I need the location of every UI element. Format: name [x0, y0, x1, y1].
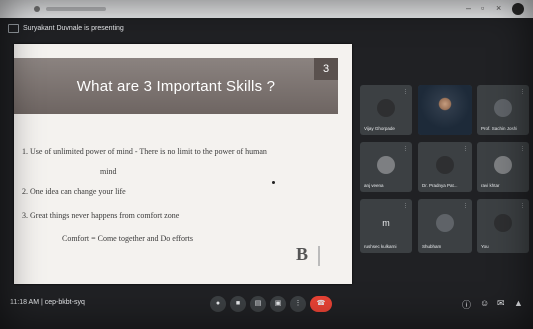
more-options-icon[interactable]: ⋮ — [403, 146, 408, 152]
present-screen-icon — [8, 24, 19, 33]
captions-icon: ▤ — [254, 300, 262, 307]
slide-line-4: 3. Great things never happens from comfo… — [22, 211, 180, 220]
chat-icon[interactable]: ✉ — [497, 298, 505, 309]
avatar — [494, 98, 512, 117]
participant-name: Shubham — [422, 244, 442, 249]
tab-favicon-icon — [34, 6, 40, 12]
avatar — [494, 214, 512, 233]
minimize-icon[interactable]: – — [466, 3, 471, 13]
people-icon[interactable]: ☺ — [480, 298, 489, 308]
participant-tile[interactable]: ⋮ Shubham — [418, 199, 472, 253]
slide-line-3: 2. One idea can change your life — [22, 187, 126, 196]
participant-tile[interactable]: ⋮ Vijay Ghorpade — [360, 85, 412, 135]
more-options-icon[interactable]: ⋮ — [520, 203, 525, 209]
avatar-letter: m — [382, 218, 390, 229]
more-options-icon[interactable]: ⋮ — [463, 146, 468, 152]
maximize-icon[interactable]: ▫ — [481, 3, 484, 13]
present-button[interactable]: ▣ — [270, 296, 286, 312]
more-options-button[interactable]: ⋮ — [290, 296, 306, 312]
participant-tile[interactable]: ⋮ You — [477, 199, 529, 253]
participant-tile[interactable]: ⋮ ravi khtar — [477, 142, 529, 192]
browser-tab[interactable] — [46, 7, 106, 11]
slide-title: What are 3 Important Skills ? — [76, 77, 276, 95]
participant-name: rushsec kulkarni — [364, 244, 397, 249]
browser-topbar: – ▫ × — [0, 0, 533, 18]
slide-line-5: Comfort = Come together and Do efforts — [62, 234, 194, 243]
camera-icon: ■ — [235, 300, 241, 307]
avatar — [377, 155, 395, 174]
avatar — [494, 155, 512, 174]
mic-icon: ● — [215, 300, 221, 307]
avatar — [436, 155, 454, 174]
present-icon: ▣ — [274, 300, 282, 307]
participant-tile[interactable]: ⋮ m rushsec kulkarni — [360, 199, 412, 253]
more-options-icon[interactable]: ⋮ — [520, 89, 525, 95]
participant-name: Prof. Sachin Joshi — [481, 126, 518, 131]
close-icon[interactable]: × — [496, 3, 501, 13]
slide-logo: B — [296, 244, 309, 264]
participant-tile[interactable]: ⋮ Prof. Sachin Joshi — [477, 85, 529, 135]
camera-button[interactable]: ■ — [230, 296, 246, 312]
presenting-banner: Suryakant Duvnale is presenting — [8, 24, 124, 33]
avatar — [377, 98, 395, 117]
slide-logo-divider — [318, 246, 320, 266]
participant-video-tile[interactable] — [418, 85, 472, 135]
mic-button[interactable]: ● — [210, 296, 226, 312]
meeting-info: 11:18 AM | cep-bkbt-syq — [10, 299, 85, 306]
profile-avatar-icon[interactable] — [512, 3, 524, 15]
participant-name: You — [481, 244, 489, 249]
shared-slide: What are 3 Important Skills ? 3 1. Use o… — [14, 44, 352, 284]
participant-video — [418, 85, 472, 135]
info-icon[interactable]: ⓘ — [462, 298, 471, 311]
presenting-text: Suryakant Duvnale is presenting — [23, 25, 124, 32]
leave-call-button[interactable]: ☎ — [310, 296, 332, 312]
participant-name: Dr. Pradnya Pat... — [422, 183, 458, 188]
hang-up-icon: ☎ — [316, 300, 326, 307]
participant-tile[interactable]: ⋮ Dr. Pradnya Pat... — [418, 142, 472, 192]
more-icon: ⋮ — [294, 300, 302, 307]
slide-line-1: 1. Use of unlimited power of mind - Ther… — [22, 147, 267, 156]
more-options-icon[interactable]: ⋮ — [520, 146, 525, 152]
pointer-dot — [272, 181, 275, 184]
meeting-control-bar — [0, 286, 533, 329]
slide-number: 3 — [314, 58, 338, 80]
participant-tile[interactable]: ⋮ anj veena — [360, 142, 412, 192]
slide-line-2: mind — [100, 167, 117, 176]
activities-icon[interactable]: ▲ — [514, 298, 523, 308]
avatar — [436, 214, 454, 233]
participant-name: ravi khtar — [481, 183, 500, 188]
more-options-icon[interactable]: ⋮ — [463, 203, 468, 209]
participant-name: Vijay Ghorpade — [364, 126, 395, 131]
more-options-icon[interactable]: ⋮ — [403, 89, 408, 95]
captions-button[interactable]: ▤ — [250, 296, 266, 312]
participant-name: anj veena — [364, 183, 384, 188]
more-options-icon[interactable]: ⋮ — [403, 203, 408, 209]
